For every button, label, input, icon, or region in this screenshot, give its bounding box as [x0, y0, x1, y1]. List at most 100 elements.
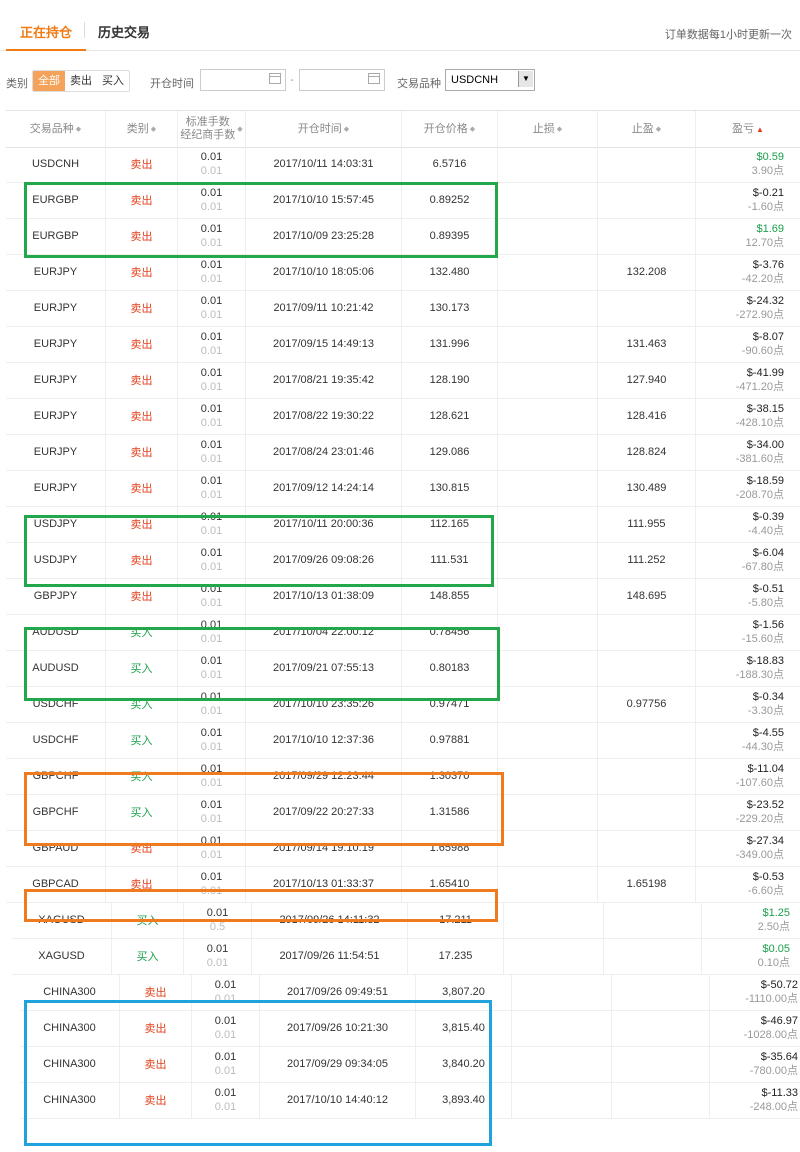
fee-standard: 0.01 [200, 439, 223, 451]
cell-sl [498, 434, 598, 470]
time-value: 2017/09/26 11:54:51 [279, 950, 380, 962]
cell-fee: 0.01 0.01 [178, 866, 246, 902]
fee-broker: 0.01 [200, 273, 223, 285]
calendar-icon[interactable] [368, 73, 380, 84]
cell-type: 卖出 [106, 218, 178, 254]
cell-symbol: EURGBP [6, 182, 106, 218]
header-open-time-label: 开仓时间 [297, 122, 342, 135]
pl-points: -1028.00点 [743, 1029, 798, 1041]
time-value: 2017/10/13 01:38:09 [273, 590, 374, 602]
tab-history[interactable]: 历史交易 [98, 22, 150, 41]
header-take-profit[interactable]: 止盈 ◆ [598, 111, 696, 147]
pl-points: 0.10点 [757, 957, 790, 969]
sort-asc-icon[interactable]: ▲ [756, 123, 764, 136]
price-value: 1.65410 [429, 878, 470, 890]
pl-points: -471.20点 [735, 381, 784, 393]
cell-tp [598, 830, 696, 866]
cell-fee: 0.01 0.01 [178, 614, 246, 650]
time-value: 2017/10/10 18:05:06 [273, 266, 374, 278]
table-row: GBPAUD 卖出 0.01 0.01 2017/09/14 19:10:19 1.659… [6, 830, 800, 867]
cell-fee: 0.01 0.01 [178, 830, 246, 866]
header-fee[interactable]: 标准手数 经纪商手数 ◆ [178, 111, 246, 147]
cell-tp: 111.955 [598, 506, 696, 542]
sort-icon[interactable]: ◆ [344, 123, 349, 136]
price-value: 130.815 [429, 482, 470, 494]
table-row: EURJPY 卖出 0.01 0.01 2017/09/11 10:21:42 130.1… [6, 290, 800, 327]
header-pl[interactable]: 盈亏 ▲ [696, 111, 800, 147]
cell-symbol: GBPCAD [6, 866, 106, 902]
sort-icon[interactable]: ◆ [470, 123, 475, 136]
fee-broker: 0.01 [200, 849, 223, 861]
symbol-select[interactable]: USDCNH ▼ [445, 69, 535, 91]
cell-tp [598, 218, 696, 254]
type-all-button[interactable]: 全部 [33, 71, 65, 91]
type-sell-label: 卖出 [144, 1023, 167, 1035]
fee-broker: 0.01 [200, 597, 223, 609]
fee-standard: 0.01 [200, 475, 223, 487]
symbol-value: CHINA300 [43, 1058, 96, 1070]
tp-value: 111.252 [627, 554, 666, 566]
type-buy-button[interactable]: 买入 [97, 71, 129, 91]
cell-type: 买入 [106, 794, 178, 830]
header-open-price-label: 开仓价格 [423, 122, 468, 135]
header-type[interactable]: 类别 ◆ [106, 111, 178, 147]
pl-amount: $0.59 [756, 151, 784, 163]
type-sell-label: 卖出 [130, 555, 153, 567]
time-value: 2017/08/24 23:01:46 [273, 446, 374, 458]
cell-sl [498, 686, 598, 722]
price-value: 131.996 [429, 338, 470, 350]
pl-points: -4.40点 [747, 525, 784, 537]
type-sell-label: 卖出 [130, 159, 153, 171]
table-row: GBPCHF 买入 0.01 0.01 2017/09/29 12:23:44 1.303… [6, 758, 800, 795]
tp-value: 132.208 [626, 266, 667, 278]
sort-icon[interactable]: ◆ [557, 123, 562, 136]
tab-open-positions[interactable]: 正在持仓 [5, 22, 87, 51]
pl-amount: $-46.97 [760, 1015, 798, 1027]
cell-sl [512, 1046, 612, 1082]
cell-pl: $-8.07 -90.60点 [696, 326, 800, 362]
cell-type: 卖出 [106, 398, 178, 434]
price-value: 111.531 [430, 554, 469, 566]
cell-tp: 131.463 [598, 326, 696, 362]
cell-fee: 0.01 0.01 [178, 794, 246, 830]
sort-icon[interactable]: ◆ [151, 123, 156, 136]
cell-pl: $-6.04 -67.80点 [696, 542, 800, 578]
fee-broker: 0.01 [200, 525, 223, 537]
pl-points: -6.60点 [747, 885, 784, 897]
cell-price: 0.97881 [402, 722, 498, 758]
symbol-value: GBPCAD [32, 878, 79, 890]
open-time-label: 开仓时间 [150, 78, 194, 90]
calendar-icon[interactable] [269, 73, 281, 84]
time-value: 2017/08/21 19:35:42 [273, 374, 374, 386]
cell-time: 2017/09/15 14:49:13 [246, 326, 402, 362]
cell-symbol: USDCHF [6, 722, 106, 758]
header-open-time[interactable]: 开仓时间 ◆ [246, 111, 402, 147]
cell-price: 128.621 [402, 398, 498, 434]
header-open-price[interactable]: 开仓价格 ◆ [402, 111, 498, 147]
table-row: AUDUSD 买入 0.01 0.01 2017/09/21 07:55:13 0.801… [6, 650, 800, 687]
cell-type: 卖出 [120, 1046, 192, 1082]
cell-type: 卖出 [106, 362, 178, 398]
header-stop-loss[interactable]: 止损 ◆ [498, 111, 598, 147]
symbol-label: 交易品种 [397, 78, 441, 90]
header-symbol[interactable]: 交易品种 ◆ [6, 111, 106, 147]
pl-points: -349.00点 [735, 849, 784, 861]
symbol-value: GBPCHF [32, 806, 79, 818]
pl-points: -1.60点 [747, 201, 784, 213]
type-sell-label: 卖出 [130, 591, 153, 603]
table-row: EURGBP 卖出 0.01 0.01 2017/10/09 23:25:28 0.893… [6, 218, 800, 255]
cell-time: 2017/10/10 15:57:45 [246, 182, 402, 218]
end-date-input[interactable] [299, 69, 385, 91]
cell-time: 2017/10/10 23:35:26 [246, 686, 402, 722]
chevron-down-icon[interactable]: ▼ [518, 71, 533, 87]
type-sell-button[interactable]: 卖出 [65, 71, 97, 91]
pl-points: -381.60点 [735, 453, 784, 465]
sort-icon[interactable]: ◆ [656, 123, 661, 136]
fee-broker: 0.01 [214, 1101, 237, 1113]
sort-icon[interactable]: ◆ [76, 123, 81, 136]
start-date-input[interactable] [200, 69, 286, 91]
cell-time: 2017/08/21 19:35:42 [246, 362, 402, 398]
sort-icon[interactable]: ◆ [237, 123, 242, 136]
cell-price: 1.30370 [402, 758, 498, 794]
time-value: 2017/09/12 14:24:14 [273, 482, 374, 494]
